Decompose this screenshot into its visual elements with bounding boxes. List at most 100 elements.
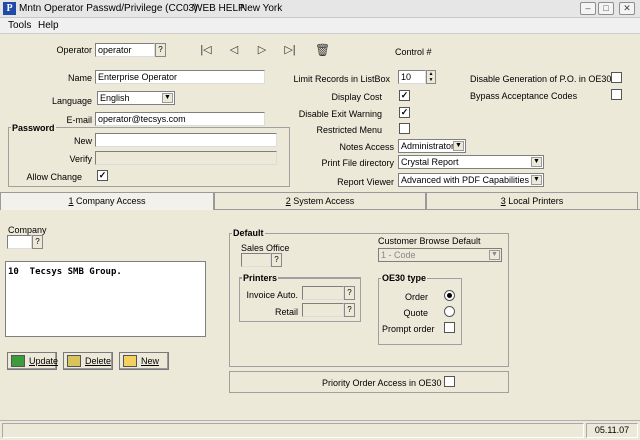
update-icon <box>11 355 25 367</box>
chevron-down-icon[interactable]: ▼ <box>162 93 173 103</box>
disable-exit-checkbox[interactable]: ✓ <box>399 107 410 118</box>
status-panel <box>2 423 584 438</box>
operator-lookup-button[interactable]: ? <box>155 43 166 57</box>
delete-button[interactable]: Delete <box>63 352 113 370</box>
name-label: Name <box>67 73 92 83</box>
new-password-input[interactable] <box>95 133 277 147</box>
default-title: Default <box>232 228 265 238</box>
maximize-icon[interactable]: □ <box>598 2 614 15</box>
allow-change-label: Allow Change <box>26 172 82 182</box>
notes-access-value: Administrator <box>401 141 455 151</box>
disable-po-label: Disable Generation of P.O. in OE30 <box>470 74 612 84</box>
disable-po-checkbox[interactable] <box>611 72 622 83</box>
name-input[interactable]: Enterprise Operator <box>95 70 265 84</box>
first-record-icon[interactable]: |◁ <box>199 43 213 57</box>
quote-radio[interactable] <box>444 306 455 317</box>
operator-input[interactable]: operator <box>95 43 155 57</box>
company-label: Company <box>8 225 47 235</box>
prompt-order-checkbox[interactable] <box>444 322 455 333</box>
company-lookup-button[interactable]: ? <box>32 235 43 249</box>
prompt-order-label: Prompt order <box>382 324 435 334</box>
bypass-acceptance-checkbox[interactable] <box>611 89 622 100</box>
new-password-label: New <box>73 136 92 146</box>
menu-bar: Tools Help <box>0 18 640 34</box>
sales-office-input[interactable] <box>241 253 271 267</box>
sales-office-label: Sales Office <box>241 243 290 253</box>
customer-browse-select[interactable]: 1 - Code ▼ <box>378 248 502 262</box>
tab-system-access[interactable]: 2 System Access <box>214 192 426 210</box>
new-button[interactable]: New <box>119 352 169 370</box>
minimize-icon[interactable]: – <box>580 2 596 15</box>
app-icon: P <box>3 2 16 15</box>
disable-exit-label: Disable Exit Warning <box>298 109 382 119</box>
trash-icon[interactable]: 🗑 <box>315 43 330 57</box>
order-radio[interactable] <box>444 290 455 301</box>
print-directory-label: Print File directory <box>321 158 394 168</box>
company-list[interactable]: 10 Tecsys SMB Group. <box>5 261 206 337</box>
limit-spinner[interactable]: ▲ ▼ <box>426 70 436 84</box>
chevron-down-icon[interactable]: ▼ <box>531 175 542 185</box>
close-icon[interactable]: ✕ <box>619 2 635 15</box>
language-select[interactable]: English ▼ <box>97 91 175 105</box>
notes-access-label: Notes Access <box>339 142 394 152</box>
chevron-down-icon[interactable]: ▼ <box>453 141 464 151</box>
chevron-down-icon[interactable]: ▼ <box>489 250 500 260</box>
bypass-acceptance-label: Bypass Acceptance Codes <box>470 91 578 101</box>
delete-icon <box>67 355 81 367</box>
invoice-auto-label: Invoice Auto. <box>246 290 298 300</box>
chevron-down-icon[interactable]: ▼ <box>531 157 542 167</box>
menu-help[interactable]: Help <box>38 20 59 31</box>
control-label: Control # <box>395 47 432 57</box>
display-cost-checkbox[interactable]: ✓ <box>399 90 410 101</box>
update-button[interactable]: Update <box>7 352 58 370</box>
tab-company-access[interactable]: 1 Company Access <box>0 192 214 210</box>
oe30-type-title: OE30 type <box>381 273 428 283</box>
last-record-icon[interactable]: ▷| <box>283 43 297 57</box>
company-input[interactable] <box>7 235 32 249</box>
priority-order-label: Priority Order Access in OE30 <box>322 378 442 388</box>
notes-access-select[interactable]: Administrator ▼ <box>398 139 466 153</box>
location-label: New York <box>240 3 283 14</box>
allow-change-checkbox[interactable]: ✓ <box>97 170 108 181</box>
retail-label: Retail <box>274 307 298 317</box>
order-label: Order <box>404 292 428 302</box>
status-bar: 05.11.07 <box>0 420 640 440</box>
verify-password-label: Verify <box>69 154 92 164</box>
previous-record-icon[interactable]: ◁ <box>227 43 241 57</box>
language-label: Language <box>51 96 92 106</box>
language-value: English <box>100 93 130 103</box>
password-title: Password <box>11 123 56 133</box>
invoice-auto-input[interactable] <box>302 286 344 300</box>
list-item[interactable]: 10 Tecsys SMB Group. <box>6 262 205 277</box>
quote-label: Quote <box>403 308 428 318</box>
title-bar: P Mntn Operator Passwd/Privilege (CC03) … <box>0 0 640 18</box>
status-date: 05.11.07 <box>586 423 638 438</box>
restricted-menu-checkbox[interactable] <box>399 123 410 134</box>
retail-lookup-button[interactable]: ? <box>344 303 355 317</box>
menu-tools[interactable]: Tools <box>8 20 31 31</box>
printers-title: Printers <box>242 273 279 283</box>
window-title: Mntn Operator Passwd/Privilege (CC03) <box>19 3 198 14</box>
operator-label: Operator <box>56 45 92 55</box>
folder-icon <box>123 355 137 367</box>
sales-office-lookup-button[interactable]: ? <box>271 253 282 267</box>
next-record-icon[interactable]: ▷ <box>255 43 269 57</box>
report-viewer-select[interactable]: Advanced with PDF Capabilities ▼ <box>398 173 544 187</box>
limit-records-label: Limit Records in ListBox <box>293 74 390 84</box>
retail-input[interactable] <box>302 303 344 317</box>
invoice-lookup-button[interactable]: ? <box>344 286 355 300</box>
limit-records-input[interactable]: 10 <box>398 70 426 84</box>
priority-order-checkbox[interactable] <box>444 376 455 387</box>
print-directory-select[interactable]: Crystal Report ▼ <box>398 155 544 169</box>
display-cost-label: Display Cost <box>331 92 382 102</box>
email-input[interactable]: operator@tecsys.com <box>95 112 265 126</box>
customer-browse-value: 1 - Code <box>381 250 416 260</box>
tab-local-printers[interactable]: 3 Local Printers <box>426 192 638 210</box>
web-help-label[interactable]: WEB HELP <box>193 3 245 14</box>
print-directory-value: Crystal Report <box>401 157 459 167</box>
customer-browse-label: Customer Browse Default <box>378 236 481 246</box>
report-viewer-label: Report Viewer <box>337 177 394 187</box>
report-viewer-value: Advanced with PDF Capabilities <box>401 175 530 185</box>
restricted-menu-label: Restricted Menu <box>316 125 382 135</box>
verify-password-input[interactable] <box>95 151 277 165</box>
